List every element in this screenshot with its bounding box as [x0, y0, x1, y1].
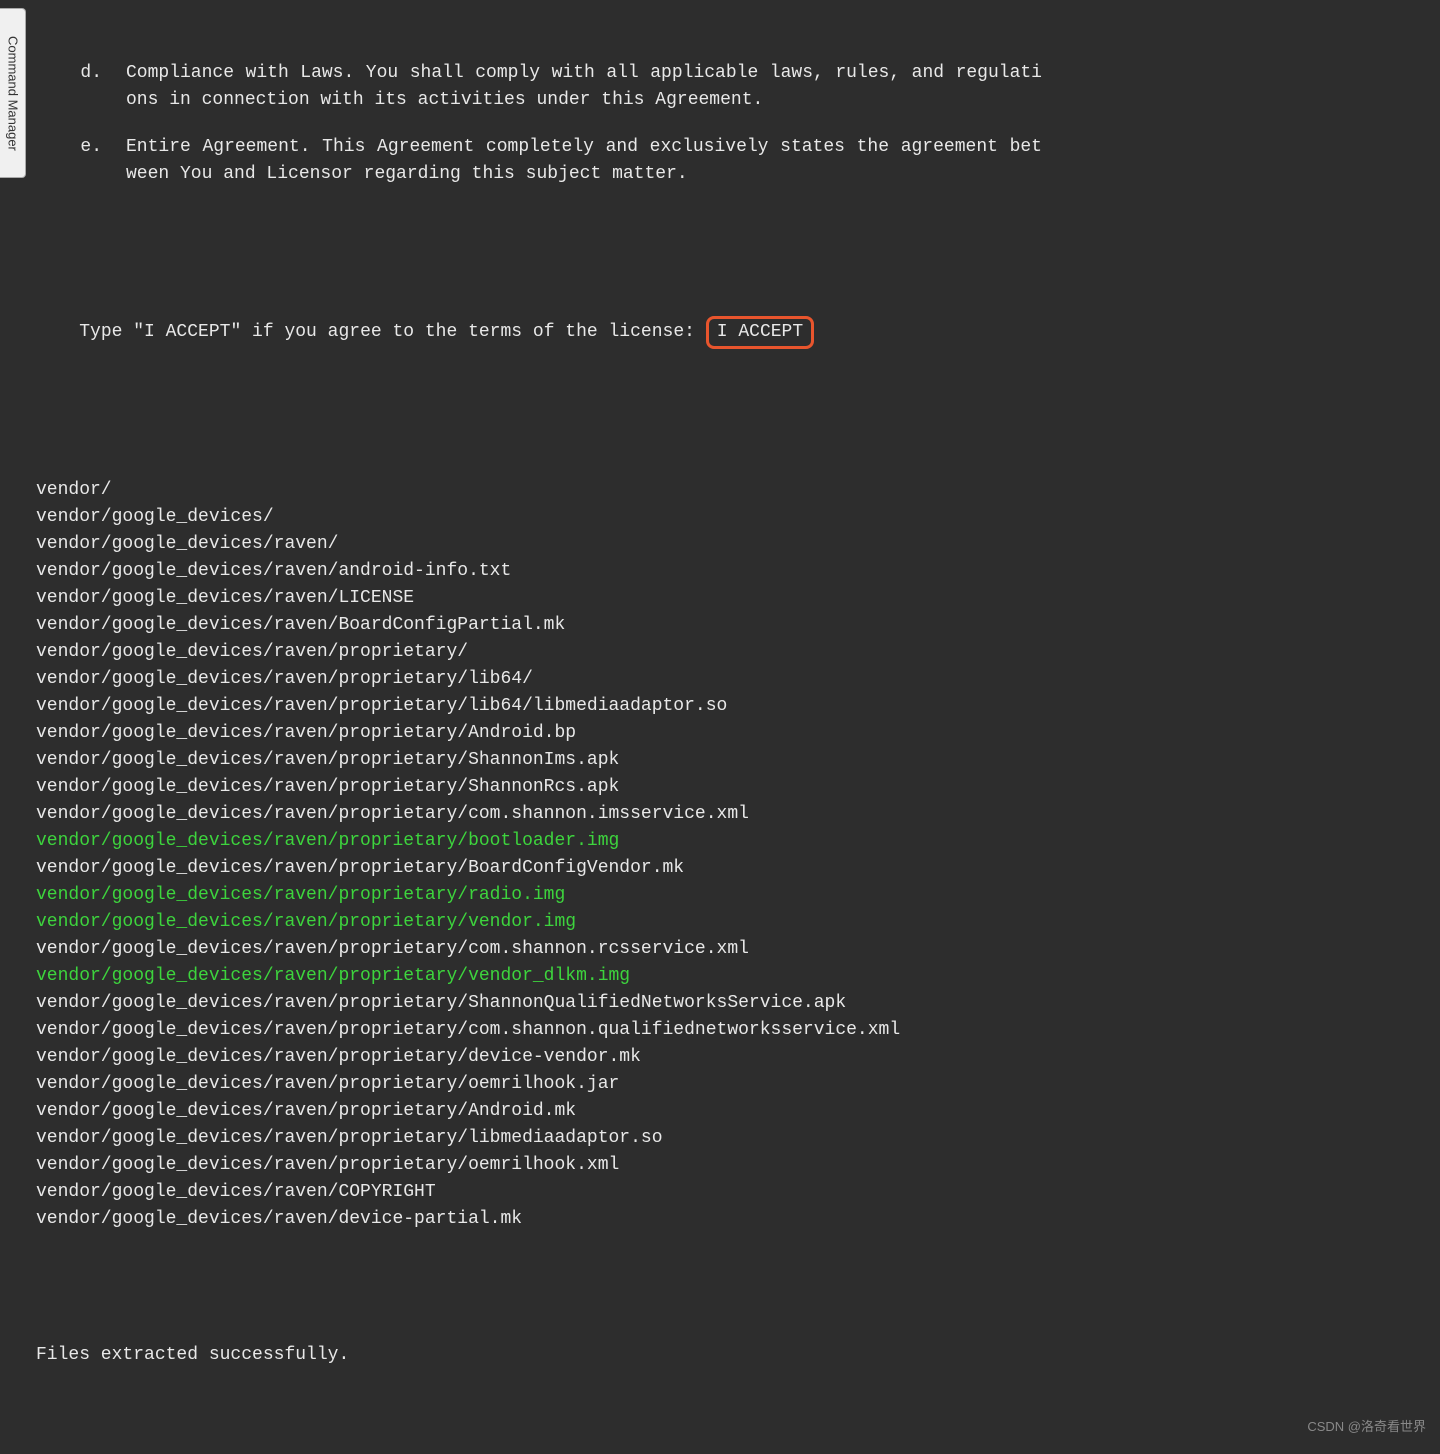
file-path-line: vendor/google_devices/raven/proprietary/… — [36, 1152, 1082, 1179]
license-section: d.Compliance with Laws. You shall comply… — [36, 60, 1082, 188]
extracted-file-list: vendor/vendor/google_devices/vendor/goog… — [36, 477, 1082, 1233]
file-path-line: vendor/google_devices/raven/BoardConfigP… — [36, 612, 1082, 639]
license-item-marker: d. — [36, 60, 126, 114]
file-path-line: vendor/google_devices/raven/android-info… — [36, 558, 1082, 585]
license-item-marker: e. — [36, 134, 126, 188]
command-manager-tab[interactable]: Command Manager — [0, 8, 26, 178]
file-path-line: vendor/google_devices/raven/proprietary/… — [36, 1044, 1082, 1071]
file-path-line: vendor/google_devices/raven/ — [36, 531, 1082, 558]
file-path-line: vendor/google_devices/raven/proprietary/… — [36, 666, 1082, 693]
file-path-line: vendor/google_devices/raven/proprietary/… — [36, 1098, 1082, 1125]
file-path-line: vendor/google_devices/raven/proprietary/… — [36, 855, 1082, 882]
file-path-line: vendor/google_devices/raven/proprietary/… — [36, 909, 1082, 936]
accept-input-box[interactable]: I ACCEPT — [706, 316, 814, 349]
license-item-text: Compliance with Laws. You shall comply w… — [126, 60, 1082, 114]
file-path-line: vendor/google_devices/raven/proprietary/… — [36, 801, 1082, 828]
file-path-line: vendor/ — [36, 477, 1082, 504]
file-path-line: vendor/google_devices/ — [36, 504, 1082, 531]
file-path-line: vendor/google_devices/raven/proprietary/… — [36, 1125, 1082, 1152]
status-message: Files extracted successfully. — [36, 1342, 1082, 1369]
license-item: e.Entire Agreement. This Agreement compl… — [36, 134, 1082, 188]
file-path-line: vendor/google_devices/raven/proprietary/… — [36, 882, 1082, 909]
license-item-text: Entire Agreement. This Agreement complet… — [126, 134, 1082, 188]
watermark: CSDN @洛奇看世界 — [1307, 1417, 1426, 1437]
file-path-line: vendor/google_devices/raven/proprietary/… — [36, 963, 1082, 990]
file-path-line: vendor/google_devices/raven/proprietary/… — [36, 828, 1082, 855]
file-path-line: vendor/google_devices/raven/proprietary/… — [36, 990, 1082, 1017]
file-path-line: vendor/google_devices/raven/proprietary/… — [36, 936, 1082, 963]
file-path-line: vendor/google_devices/raven/proprietary/… — [36, 1017, 1082, 1044]
file-path-line: vendor/google_devices/raven/COPYRIGHT — [36, 1179, 1082, 1206]
file-path-line: vendor/google_devices/raven/proprietary/… — [36, 1071, 1082, 1098]
file-path-line: vendor/google_devices/raven/LICENSE — [36, 585, 1082, 612]
terminal-output: d.Compliance with Laws. You shall comply… — [26, 0, 1092, 1102]
file-path-line: vendor/google_devices/raven/proprietary/… — [36, 747, 1082, 774]
file-path-line: vendor/google_devices/raven/proprietary/… — [36, 693, 1082, 720]
file-path-line: vendor/google_devices/raven/device-parti… — [36, 1206, 1082, 1233]
license-item: d.Compliance with Laws. You shall comply… — [36, 60, 1082, 114]
accept-prompt-line: Type "I ACCEPT" if you agree to the term… — [36, 289, 1082, 376]
file-path-line: vendor/google_devices/raven/proprietary/… — [36, 720, 1082, 747]
file-path-line: vendor/google_devices/raven/proprietary/… — [36, 774, 1082, 801]
file-path-line: vendor/google_devices/raven/proprietary/ — [36, 639, 1082, 666]
accept-prompt-text: Type "I ACCEPT" if you agree to the term… — [79, 322, 706, 342]
